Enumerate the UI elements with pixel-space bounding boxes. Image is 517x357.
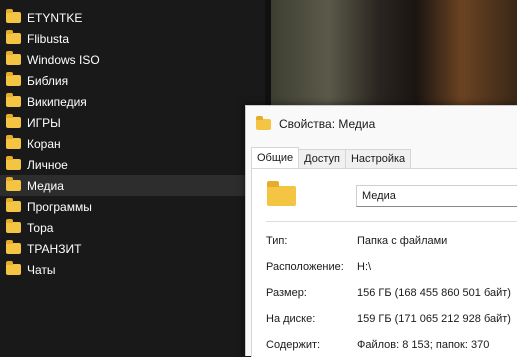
sidebar-item-label: Программы [27,199,92,214]
contains-value: Файлов: 8 153; папок: 370 [357,339,490,351]
size-value: 156 ГБ (168 455 860 501 байт) [357,287,511,299]
type-label: Тип: [266,235,288,247]
folder-large-icon [267,181,296,206]
sidebar-item-bible[interactable]: Библия [0,70,245,91]
sidebar-item-label: Чаты [27,262,56,277]
folder-icon [6,240,21,254]
sidebar-item-etyntke[interactable]: ETYNTKE [0,7,245,28]
window-edge [265,0,271,105]
size-on-disk-label: На диске: [266,313,316,325]
sidebar-item-label: Тора [27,220,54,235]
folder-icon [256,115,271,130]
folder-icon [6,156,21,170]
sidebar-item-windows-iso[interactable]: Windows ISO [0,49,245,70]
folder-icon [6,93,21,107]
sidebar-item-label: Flibusta [27,31,70,46]
sidebar-item-label: ТРАНЗИТ [27,241,82,256]
location-value: H:\ [357,261,372,273]
divider [266,221,517,222]
type-value: Папка с файлами [357,235,448,247]
folder-icon [6,72,21,86]
sidebar-item-label: ETYNTKE [27,10,83,25]
contains-label: Содержит: [266,339,321,351]
sidebar-item-personal[interactable]: Личное [0,154,245,175]
folder-icon [6,261,21,275]
sidebar-item-programs[interactable]: Программы [0,196,245,217]
tab-sharing[interactable]: Доступ [298,149,346,168]
size-on-disk-value: 159 ГБ (171 065 212 928 байт) [357,313,511,325]
sidebar-item-media[interactable]: Медиа [0,175,245,196]
folder-icon [6,219,21,233]
tab-general[interactable]: Общие [251,147,300,168]
tab-strip: Общие Доступ Настройка [251,147,412,169]
tab-customize[interactable]: Настройка [344,149,412,168]
dialog-title: Свойства: Медиа [279,117,376,131]
sidebar-item-torah[interactable]: Тора [0,217,245,238]
sidebar-item-wikipedia[interactable]: Википедия [0,91,245,112]
folder-icon [6,51,21,65]
folder-name-field[interactable] [356,185,517,207]
sidebar-item-flibusta[interactable]: Flibusta [0,28,245,49]
folder-icon [6,9,21,23]
sidebar-item-label: Windows ISO [27,52,100,67]
desktop-background-image [265,0,517,105]
sidebar-item-label: Библия [27,73,69,88]
navigation-pane: ETYNTKE Flibusta Windows ISO Библия Вики… [0,0,265,355]
sidebar-item-label: Медиа [27,178,64,193]
sidebar-item-label: Коран [27,136,61,151]
location-label: Расположение: [266,261,344,273]
folder-icon [6,114,21,128]
size-label: Размер: [266,287,307,299]
folder-icon [6,198,21,212]
sidebar-item-label: Личное [27,157,68,172]
sidebar-item-label: ИГРЫ [27,115,61,130]
folder-icon [6,30,21,44]
properties-dialog: Свойства: Медиа Общие Доступ Настройка Т… [245,105,517,357]
folder-icon [6,135,21,149]
dialog-titlebar[interactable]: Свойства: Медиа [246,106,517,142]
sidebar-item-games[interactable]: ИГРЫ [0,112,245,133]
folder-icon [6,177,21,191]
sidebar-item-chats[interactable]: Чаты [0,259,245,280]
sidebar-item-transit[interactable]: ТРАНЗИТ [0,238,245,259]
sidebar-item-label: Википедия [27,94,87,109]
sidebar-item-quran[interactable]: Коран [0,133,245,154]
